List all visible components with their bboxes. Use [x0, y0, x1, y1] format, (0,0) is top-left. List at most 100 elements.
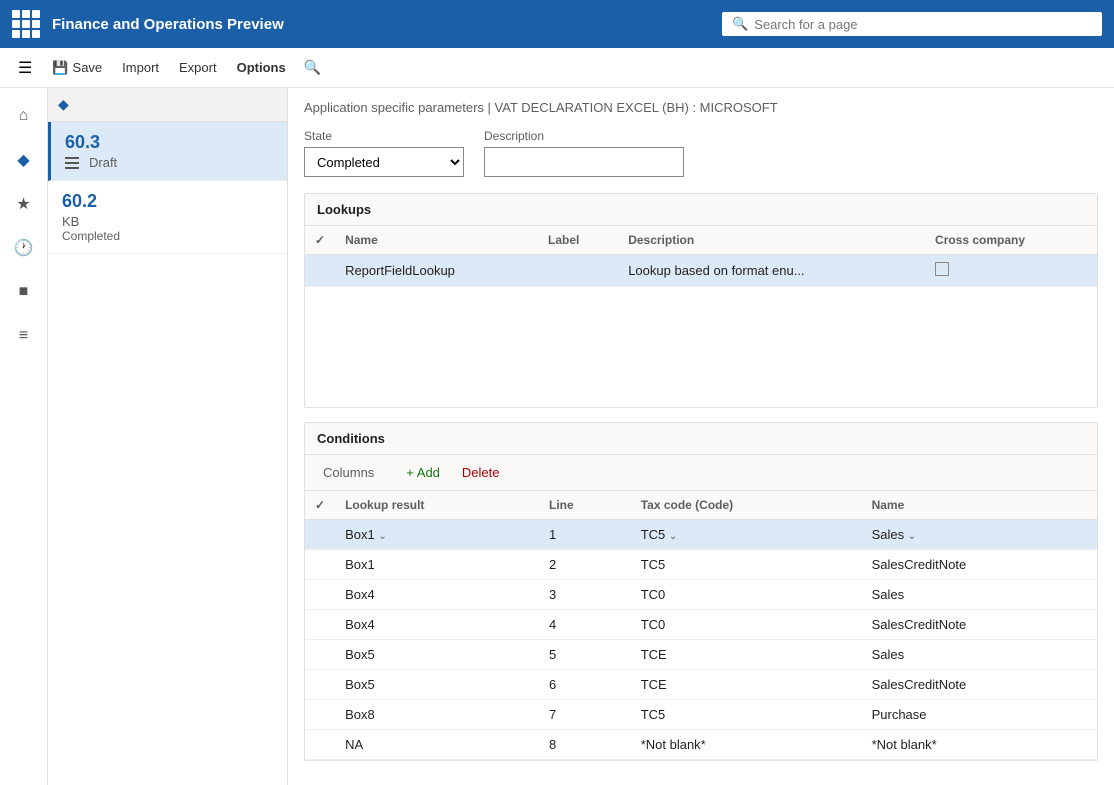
cond-col-taxcode: Tax code (Code) — [631, 491, 862, 520]
cond-taxcode: TC5 — [631, 550, 862, 580]
workspaces-icon[interactable]: ■ — [4, 272, 44, 312]
table-row[interactable]: Box5 5 TCE Sales — [305, 640, 1097, 670]
cond-taxcode: TCE — [631, 640, 862, 670]
cond-taxcode: TC0 — [631, 610, 862, 640]
modules-icon[interactable]: ≡ — [4, 316, 44, 356]
list-item-version: 60.2 — [62, 191, 273, 212]
cond-lookup-result: Box8 — [335, 700, 539, 730]
home-icon[interactable]: ⌂ — [4, 96, 44, 136]
drag-handle-icon — [65, 157, 79, 169]
cond-lookup-result: Box5 — [335, 640, 539, 670]
delete-button[interactable]: Delete — [456, 463, 506, 482]
cond-taxcode: *Not blank* — [631, 730, 862, 760]
lookups-section: Lookups ✓ Name Label Description Cross c… — [304, 193, 1098, 408]
cond-line: 8 — [539, 730, 631, 760]
lookups-col-label: Label — [538, 226, 618, 255]
cond-line: 4 — [539, 610, 631, 640]
cond-col-name: Name — [862, 491, 1097, 520]
list-panel: ◆ 60.3 Draft 60.2 KB Completed — [48, 88, 288, 785]
description-input[interactable] — [484, 147, 684, 177]
top-bar: Finance and Operations Preview 🔍 — [0, 0, 1114, 48]
cond-lookup-result: Box1 ⌄ — [335, 520, 539, 550]
list-panel-header: ◆ — [48, 88, 287, 122]
row-check — [305, 580, 335, 610]
columns-button[interactable]: Columns — [317, 463, 380, 482]
lookup-crosscompany — [925, 255, 1097, 287]
filter-icon[interactable]: ◆ — [4, 140, 44, 180]
list-item-status: Draft — [65, 155, 273, 170]
row-check — [305, 700, 335, 730]
cond-name: SalesCreditNote — [862, 550, 1097, 580]
conditions-toolbar: Columns + Add Delete — [305, 455, 1097, 491]
search-box[interactable]: 🔍 — [722, 12, 1102, 36]
cond-col-check: ✓ — [305, 491, 335, 520]
cond-name: Purchase — [862, 700, 1097, 730]
cond-taxcode: TC0 — [631, 580, 862, 610]
lookups-empty-space — [305, 287, 1097, 407]
cond-name: Sales — [862, 640, 1097, 670]
recent-icon[interactable]: 🕐 — [4, 228, 44, 268]
import-button[interactable]: Import — [112, 54, 169, 81]
list-item[interactable]: 60.2 KB Completed — [48, 181, 287, 254]
content-panel: Application specific parameters | VAT DE… — [288, 88, 1114, 785]
cond-name: SalesCreditNote — [862, 610, 1097, 640]
cond-line: 3 — [539, 580, 631, 610]
cond-taxcode: TC5 ⌄ — [631, 520, 862, 550]
table-row[interactable]: NA 8 *Not blank* *Not blank* — [305, 730, 1097, 760]
table-row[interactable]: Box4 3 TC0 Sales — [305, 580, 1097, 610]
search-input[interactable] — [754, 17, 1092, 32]
row-check — [305, 255, 335, 287]
description-label: Description — [484, 129, 684, 143]
lookup-label — [538, 255, 618, 287]
cond-name: Sales ⌄ — [862, 520, 1097, 550]
list-item-version: 60.3 — [65, 132, 273, 153]
options-button[interactable]: Options — [227, 54, 296, 81]
search-icon: 🔍 — [732, 16, 748, 32]
cond-col-lookup-result: Lookup result — [335, 491, 539, 520]
cond-lookup-result: Box4 — [335, 610, 539, 640]
app-launcher-button[interactable] — [12, 10, 40, 38]
favorites-icon[interactable]: ★ — [4, 184, 44, 224]
table-row[interactable]: ReportFieldLookup Lookup based on format… — [305, 255, 1097, 287]
cond-name: SalesCreditNote — [862, 670, 1097, 700]
list-item[interactable]: 60.3 Draft — [48, 122, 287, 181]
cond-line: 2 — [539, 550, 631, 580]
table-row[interactable]: Box4 4 TC0 SalesCreditNote — [305, 610, 1097, 640]
lookups-col-crosscompany: Cross company — [925, 226, 1097, 255]
state-label: State — [304, 129, 464, 143]
conditions-title: Conditions — [305, 423, 1097, 455]
cond-line: 5 — [539, 640, 631, 670]
cond-lookup-result: Box1 — [335, 550, 539, 580]
list-item-status: KB — [62, 214, 273, 229]
export-button[interactable]: Export — [169, 54, 227, 81]
lookups-col-name: Name — [335, 226, 538, 255]
list-item-status2: Completed — [62, 229, 273, 243]
hamburger-menu-button[interactable]: ☰ — [8, 52, 42, 84]
row-check — [305, 730, 335, 760]
app-title: Finance and Operations Preview — [52, 16, 722, 33]
cond-taxcode: TC5 — [631, 700, 862, 730]
table-row[interactable]: Box5 6 TCE SalesCreditNote — [305, 670, 1097, 700]
save-button[interactable]: 💾 Save — [42, 54, 112, 82]
add-button[interactable]: + Add — [400, 463, 446, 482]
crosscompany-checkbox[interactable] — [935, 262, 949, 276]
state-select[interactable]: Completed — [304, 147, 464, 177]
lookup-description: Lookup based on format enu... — [618, 255, 925, 287]
cond-line: 7 — [539, 700, 631, 730]
cond-col-line: Line — [539, 491, 631, 520]
breadcrumb: Application specific parameters | VAT DE… — [304, 100, 1098, 115]
cond-name: *Not blank* — [862, 730, 1097, 760]
table-row[interactable]: Box8 7 TC5 Purchase — [305, 700, 1097, 730]
row-check — [305, 550, 335, 580]
lookup-name: ReportFieldLookup — [335, 255, 538, 287]
command-search-button[interactable]: 🔍 — [296, 53, 329, 82]
table-row[interactable]: Box1 ⌄ 1 TC5 ⌄ Sales ⌄ — [305, 520, 1097, 550]
list-filter-icon[interactable]: ◆ — [58, 96, 69, 113]
lookups-table: ✓ Name Label Description Cross company R… — [305, 226, 1097, 287]
description-field: Description — [484, 129, 684, 177]
conditions-section: Conditions Columns + Add Delete ✓ Lookup… — [304, 422, 1098, 761]
lookups-col-description: Description — [618, 226, 925, 255]
table-row[interactable]: Box1 2 TC5 SalesCreditNote — [305, 550, 1097, 580]
cond-lookup-result: NA — [335, 730, 539, 760]
lookups-col-check: ✓ — [305, 226, 335, 255]
